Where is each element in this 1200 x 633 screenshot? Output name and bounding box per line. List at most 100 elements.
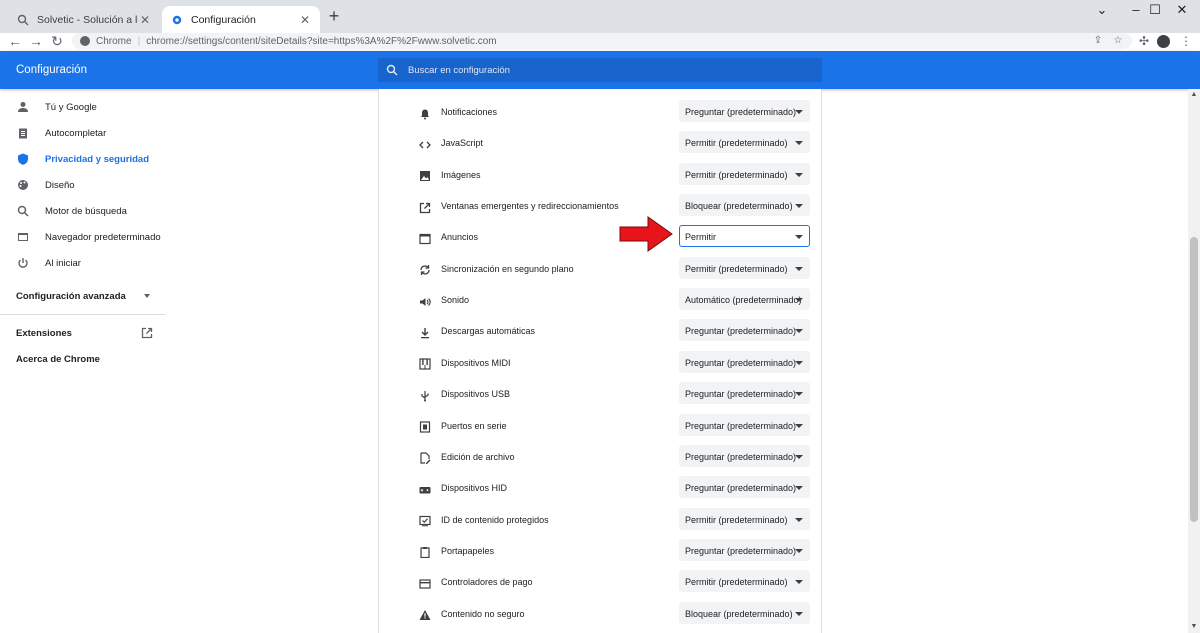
- permission-select[interactable]: Preguntar (predeterminado): [679, 538, 810, 561]
- permission-label: JavaScript: [441, 138, 484, 149]
- permission-select-value: Preguntar (predeterminado): [685, 107, 797, 117]
- search-input[interactable]: [408, 64, 788, 76]
- permission-select[interactable]: Automático (predeterminado): [679, 288, 810, 311]
- permission-row: Notificaciones Preguntar (predeterminado): [379, 98, 821, 129]
- dropdown-caret-icon: [795, 172, 803, 177]
- permission-select[interactable]: Preguntar (predeterminado): [679, 476, 810, 499]
- extensions-link[interactable]: Extensiones: [16, 328, 72, 339]
- annotation-arrow-icon: [619, 216, 673, 252]
- permission-label: Puertos en serie: [441, 420, 507, 431]
- sidebar-item-search-engine[interactable]: Motor de búsqueda: [0, 198, 165, 224]
- permission-label: Imágenes: [441, 169, 481, 180]
- permission-label: Dispositivos MIDI: [441, 357, 511, 368]
- power-icon: [17, 257, 29, 269]
- person-icon: [17, 101, 29, 113]
- sidebar-item-label: Diseño: [45, 179, 75, 191]
- sidebar-item-label: Navegador predeterminado: [45, 231, 161, 243]
- menu-dots-icon[interactable]: ⋮: [1178, 33, 1194, 50]
- permission-label: ID de contenido protegidos: [441, 514, 549, 525]
- permission-select[interactable]: Preguntar (predeterminado): [679, 382, 810, 405]
- forward-arrow-icon[interactable]: →: [27, 33, 45, 50]
- tab-configuracion[interactable]: Configuración ✕: [162, 6, 320, 33]
- scrollbar-thumb[interactable]: [1190, 237, 1198, 522]
- about-chrome-link[interactable]: Acerca de Chrome: [16, 354, 100, 365]
- collapse-tabs-icon[interactable]: ⌄: [1084, 0, 1120, 20]
- permission-row: Anuncios Permitir: [379, 223, 821, 254]
- permission-row: Dispositivos MIDI Preguntar (predetermina…: [379, 349, 821, 380]
- permission-select-value: Bloquear (predeterminado): [685, 201, 793, 212]
- address-bar[interactable]: Chrome | chrome://settings/content/siteD…: [72, 33, 1132, 49]
- gear-favicon-icon: [170, 13, 184, 27]
- usb-icon: [418, 389, 431, 402]
- dropdown-caret-icon: [795, 141, 803, 146]
- permission-row: Ventanas emergentes y redireccionamiento…: [379, 192, 821, 223]
- permission-select[interactable]: Permitir (predeterminado): [679, 131, 810, 154]
- sidebar-item-default-browser[interactable]: Navegador predeterminado: [0, 224, 165, 250]
- dropdown-caret-icon: [795, 580, 803, 585]
- permission-select[interactable]: Permitir: [679, 225, 810, 248]
- dropdown-caret-icon: [795, 360, 803, 365]
- permission-select[interactable]: Preguntar (predeterminado): [679, 350, 810, 373]
- advanced-settings-toggle[interactable]: Configuración avanzada: [16, 291, 126, 302]
- volume-icon: [418, 295, 431, 308]
- sidebar-item-privacy[interactable]: Privacidad y seguridad: [0, 146, 165, 172]
- permission-select-value: Preguntar (predeterminado): [685, 389, 797, 400]
- tab-title: Configuración: [191, 13, 256, 26]
- permission-label: Sonido: [441, 295, 470, 306]
- permission-select-value: Permitir (predeterminado): [685, 577, 788, 588]
- profile-avatar[interactable]: [1157, 35, 1170, 48]
- close-window-button[interactable]: ✕: [1164, 0, 1200, 20]
- permission-label: Dispositivos HID: [441, 483, 508, 494]
- permission-select[interactable]: Permitir (predeterminado): [679, 507, 810, 530]
- permission-select[interactable]: Preguntar (predeterminado): [679, 413, 810, 436]
- tab-close-icon[interactable]: ✕: [138, 13, 152, 27]
- permission-row: Portapapeles Preguntar (predeterminado): [379, 537, 821, 568]
- scroll-down-arrow[interactable]: ▼: [1190, 623, 1198, 631]
- sidebar: Tú y Google Autocompletar Privacidad y s…: [0, 89, 165, 633]
- permission-row: Contenido no seguro Bloquear (predetermin…: [379, 600, 821, 631]
- permission-select-value: Preguntar (predeterminado): [685, 545, 797, 556]
- permission-select-value: Permitir (predeterminado): [685, 138, 788, 149]
- dropdown-caret-icon: [795, 298, 803, 303]
- dropdown-caret-icon: [795, 548, 803, 553]
- protected-content-icon: [418, 515, 431, 528]
- tab-close-icon[interactable]: ✕: [298, 13, 312, 27]
- permission-select-value: Preguntar (predeterminado): [685, 420, 797, 431]
- permission-select[interactable]: Permitir (predeterminado): [679, 256, 810, 279]
- scroll-up-arrow[interactable]: ▲: [1190, 91, 1198, 99]
- sidebar-item-on-startup[interactable]: Al iniciar: [0, 250, 165, 276]
- permission-row: Dispositivos HID Preguntar (predeterminad…: [379, 474, 821, 505]
- chrome-site-icon: [80, 36, 90, 46]
- permission-select[interactable]: Preguntar (predeterminado): [679, 100, 810, 122]
- dropdown-caret-icon: [795, 392, 803, 397]
- settings-search[interactable]: [378, 58, 822, 82]
- permission-select-value: Permitir (predeterminado): [685, 263, 788, 274]
- permission-select[interactable]: Preguntar (predeterminado): [679, 319, 810, 342]
- permission-select-value: Permitir: [685, 232, 716, 243]
- new-tab-button[interactable]: +: [325, 7, 343, 26]
- share-icon[interactable]: ⇪: [1092, 35, 1104, 47]
- search-icon: [17, 205, 29, 217]
- ads-window-icon: [418, 232, 431, 245]
- extensions-puzzle-icon[interactable]: ✣: [1136, 33, 1152, 50]
- shield-icon: [17, 153, 29, 165]
- chevron-down-icon[interactable]: [144, 294, 150, 298]
- sidebar-item-autofill[interactable]: Autocompletar: [0, 120, 165, 146]
- serial-port-icon: [418, 421, 431, 434]
- reload-icon[interactable]: ↻: [48, 33, 66, 50]
- permission-select[interactable]: Permitir (predeterminado): [679, 162, 810, 185]
- open-in-new-icon[interactable]: [141, 326, 153, 339]
- clipboard-icon: [17, 127, 29, 139]
- permission-select[interactable]: Bloquear (predeterminado): [679, 194, 810, 217]
- sidebar-item-appearance[interactable]: Diseño: [0, 172, 165, 198]
- bookmark-star-icon[interactable]: ☆: [1112, 35, 1124, 47]
- permission-select[interactable]: Bloquear (predeterminado): [679, 601, 810, 624]
- dropdown-caret-icon: [795, 423, 803, 428]
- back-arrow-icon[interactable]: ←: [6, 33, 24, 50]
- permission-select[interactable]: Permitir (predeterminado): [679, 570, 810, 593]
- permission-select[interactable]: Preguntar (predeterminado): [679, 444, 810, 467]
- permission-label: Edición de archivo: [441, 451, 515, 462]
- open-in-new-icon: [418, 201, 431, 214]
- sidebar-item-you-and-google[interactable]: Tú y Google: [0, 94, 165, 120]
- tab-solvetic[interactable]: Solvetic - Solución a los problem ✕: [8, 6, 160, 33]
